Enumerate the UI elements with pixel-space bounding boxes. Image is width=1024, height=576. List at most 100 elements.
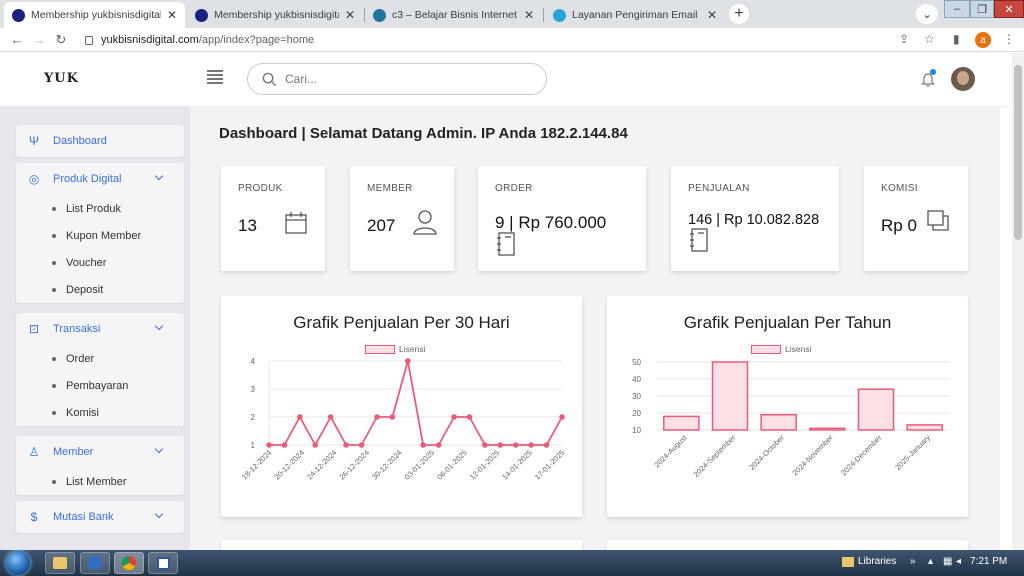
user-avatar[interactable] bbox=[951, 67, 975, 91]
x-tick-label: 26-12-2024 bbox=[338, 448, 371, 481]
clock[interactable]: 7:21 PM bbox=[970, 556, 1007, 567]
sidebar-subitem-komisi[interactable]: Komisi bbox=[16, 399, 184, 426]
reload-icon[interactable]: ↻ bbox=[50, 32, 72, 48]
sidebar-item-mutasi-bank[interactable]: $ Mutasi Bank bbox=[16, 501, 184, 533]
back-icon[interactable]: ← bbox=[6, 32, 28, 47]
sidebar-item-member[interactable]: ♙ Member bbox=[16, 436, 184, 468]
sidebar-item-produk-digital[interactable]: ◎ Produk Digital bbox=[16, 163, 184, 195]
close-tab-icon[interactable]: ✕ bbox=[345, 8, 355, 22]
search-box[interactable] bbox=[247, 63, 547, 95]
browser-tab-1[interactable]: Membership yukbisnisdigital.com ✕ bbox=[4, 2, 185, 28]
sidebar-subitem-deposit[interactable]: Deposit bbox=[16, 276, 184, 303]
sidebar: Ψ Dashboard ◎ Produk Digital List Produk… bbox=[16, 125, 184, 539]
tab-title: c3 – Belajar Bisnis Internet bbox=[392, 9, 517, 21]
x-tick-label: 12-01-2025 bbox=[468, 448, 501, 481]
data-point bbox=[343, 442, 349, 448]
hamburger-menu-icon[interactable] bbox=[207, 70, 223, 84]
x-tick-label: 30-12-2024 bbox=[370, 448, 403, 481]
stat-value: 13 bbox=[238, 216, 257, 235]
network-icon[interactable]: ▦ bbox=[943, 556, 952, 567]
start-button[interactable] bbox=[6, 551, 30, 575]
stat-card-komisi[interactable]: KOMISI Rp 0 bbox=[864, 166, 968, 271]
app-taskbar-icon[interactable] bbox=[80, 552, 110, 574]
site-logo[interactable]: YUK bbox=[44, 71, 79, 86]
profile-avatar[interactable]: a bbox=[975, 32, 991, 48]
palette-icon: ◎ bbox=[28, 172, 40, 186]
tray-show-hidden-icon[interactable]: ▴ bbox=[928, 556, 933, 567]
data-point bbox=[327, 414, 334, 420]
explorer-taskbar-icon[interactable] bbox=[45, 552, 75, 574]
data-point bbox=[389, 414, 396, 420]
word-taskbar-icon[interactable] bbox=[148, 552, 178, 574]
sidepanel-icon[interactable]: ▮ bbox=[953, 32, 960, 46]
close-tab-icon[interactable]: ✕ bbox=[707, 8, 717, 22]
search-input[interactable] bbox=[285, 72, 525, 86]
close-tab-icon[interactable]: ✕ bbox=[524, 8, 534, 22]
tray-expand-icon[interactable]: » bbox=[910, 556, 916, 567]
sidebar-subitem-list-produk[interactable]: List Produk bbox=[16, 195, 184, 222]
address-bar: ← → ↻ yukbisnisdigital.com/app/index?pag… bbox=[0, 28, 1024, 52]
close-window-icon[interactable]: ✕ bbox=[994, 0, 1024, 18]
x-tick-label: 2024-December bbox=[839, 433, 884, 478]
sidebar-item-label: Produk Digital bbox=[53, 173, 122, 185]
x-tick-label: 2024-September bbox=[692, 433, 738, 479]
share-icon[interactable]: ⇪ bbox=[899, 32, 909, 46]
sidebar-subitem-list-member[interactable]: List Member bbox=[16, 468, 184, 495]
chrome-taskbar-icon[interactable] bbox=[114, 552, 144, 574]
stat-label: KOMISI bbox=[881, 183, 918, 194]
libraries-toolbar[interactable]: Libraries bbox=[842, 556, 896, 567]
data-point bbox=[404, 358, 411, 364]
tab-search-icon[interactable]: ⌄ bbox=[916, 4, 938, 24]
maximize-icon[interactable]: ❐ bbox=[970, 0, 994, 18]
bar bbox=[857, 388, 895, 431]
chart-card-per-tahun: Grafik Penjualan Per Tahun Lisensi 10 20 3… bbox=[607, 296, 968, 517]
lock-icon bbox=[85, 35, 93, 45]
data-point bbox=[466, 414, 473, 420]
minimize-icon[interactable]: – bbox=[944, 0, 970, 18]
calendar-icon bbox=[285, 212, 307, 234]
browser-tab-4[interactable]: Layanan Pengiriman Email Marke ✕ bbox=[545, 2, 725, 28]
y-tick-label: 40 bbox=[632, 375, 641, 384]
chevron-down-icon bbox=[154, 171, 164, 181]
notification-bell-icon[interactable] bbox=[921, 69, 936, 93]
windows-taskbar: Libraries » ▴ ▦ ◂ 7:21 PM bbox=[0, 550, 1024, 576]
y-tick-label: 3 bbox=[251, 385, 256, 394]
data-point bbox=[358, 442, 365, 448]
y-tick-label: 1 bbox=[251, 441, 256, 450]
tab-title: Membership yukbisnisdigital.com bbox=[214, 9, 339, 21]
y-tick-label: 20 bbox=[632, 409, 641, 418]
stat-card-order[interactable]: ORDER 9 | Rp 760.000 bbox=[478, 166, 646, 271]
volume-icon[interactable]: ◂ bbox=[956, 556, 961, 567]
url-field[interactable]: yukbisnisdigital.com/app/index?page=home bbox=[85, 32, 314, 48]
stat-card-member[interactable]: MEMBER 207 bbox=[350, 166, 454, 271]
bookmark-star-icon[interactable]: ☆ bbox=[924, 32, 935, 46]
menu-kebab-icon[interactable]: ⋮ bbox=[1003, 32, 1015, 46]
url-host: yukbisnisdigital.com bbox=[101, 34, 199, 46]
sidebar-item-label: Dashboard bbox=[53, 135, 107, 147]
libraries-label: Libraries bbox=[858, 556, 897, 567]
browser-tab-3[interactable]: c3 – Belajar Bisnis Internet ✕ bbox=[365, 2, 542, 28]
tab-title: Membership yukbisnisdigital.com bbox=[31, 9, 161, 21]
sidebar-subitem-order[interactable]: Order bbox=[16, 345, 184, 372]
sidebar-subitem-voucher[interactable]: Voucher bbox=[16, 249, 184, 276]
x-tick-label: 17-01-2025 bbox=[533, 448, 566, 481]
stat-card-penjualan[interactable]: PENJUALAN 146 | Rp 10.082.828 bbox=[671, 166, 839, 271]
sidebar-item-dashboard[interactable]: Ψ Dashboard bbox=[16, 125, 184, 157]
sidebar-item-transaksi[interactable]: ⊡ Transaksi bbox=[16, 313, 184, 345]
browser-tab-2[interactable]: Membership yukbisnisdigital.com ✕ bbox=[187, 2, 363, 28]
stat-card-produk[interactable]: PRODUK 13 bbox=[221, 166, 325, 271]
y-tick-label: 10 bbox=[632, 426, 641, 435]
chevron-down-icon bbox=[154, 321, 164, 331]
close-tab-icon[interactable]: ✕ bbox=[167, 8, 177, 22]
y-tick-label: 2 bbox=[251, 413, 256, 422]
sidebar-subitem-kupon-member[interactable]: Kupon Member bbox=[16, 222, 184, 249]
data-point bbox=[420, 442, 427, 448]
page-scrollbar[interactable] bbox=[1012, 53, 1024, 550]
stat-label: ORDER bbox=[495, 183, 533, 194]
stat-value: 207 bbox=[367, 216, 396, 235]
new-tab-button[interactable]: + bbox=[729, 4, 749, 24]
forward-icon[interactable]: → bbox=[28, 32, 50, 47]
sidebar-subitem-pembayaran[interactable]: Pembayaran bbox=[16, 372, 184, 399]
copy-icon bbox=[927, 210, 949, 231]
x-tick-label: 2025-January bbox=[893, 433, 932, 472]
